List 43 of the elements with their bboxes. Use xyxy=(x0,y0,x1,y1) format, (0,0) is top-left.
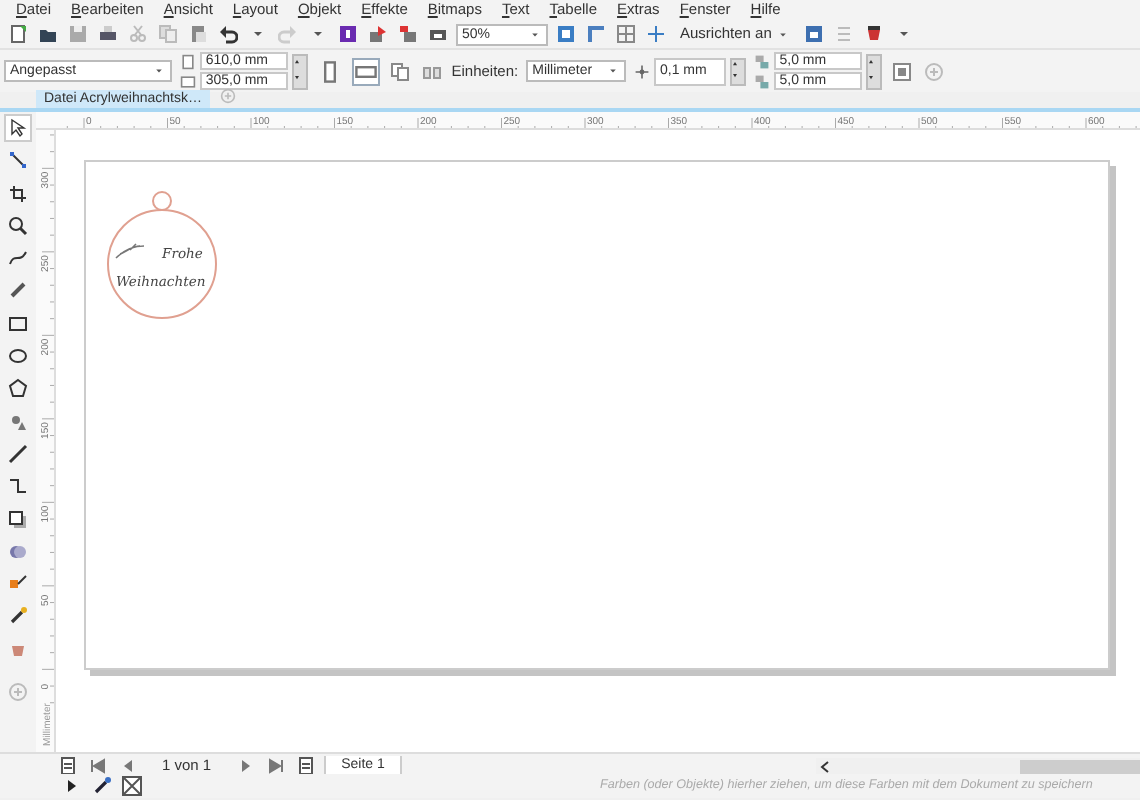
open-folder-icon[interactable] xyxy=(38,24,58,44)
down-icon[interactable] xyxy=(732,73,743,81)
up-icon[interactable] xyxy=(294,59,305,67)
caret-icon[interactable] xyxy=(606,64,621,78)
line-icon[interactable] xyxy=(4,439,32,468)
first-page-icon[interactable] xyxy=(88,756,108,776)
shadow-icon[interactable] xyxy=(4,505,32,534)
caret-icon[interactable] xyxy=(152,64,166,78)
new-document-icon[interactable] xyxy=(8,24,28,44)
all-pages-icon[interactable] xyxy=(389,61,410,81)
polygon-icon[interactable] xyxy=(4,374,32,403)
duplicate-icon[interactable] xyxy=(753,73,770,89)
duplicate-icon[interactable] xyxy=(753,53,770,69)
add-page-icon[interactable] xyxy=(295,756,316,776)
print-icon[interactable] xyxy=(98,24,118,44)
spinner-button[interactable] xyxy=(729,57,746,85)
add-page-icon[interactable] xyxy=(58,756,78,776)
paste-icon[interactable] xyxy=(188,24,208,44)
landscape-button[interactable] xyxy=(351,57,380,85)
height-icon[interactable] xyxy=(180,73,196,89)
full-screen-icon[interactable] xyxy=(556,24,576,44)
horizontal-scrollbar[interactable] xyxy=(816,757,1140,775)
paint-bucket-icon[interactable] xyxy=(863,24,884,44)
nudge-icon[interactable] xyxy=(634,63,651,79)
pointer-icon[interactable] xyxy=(4,114,32,142)
rulers-icon[interactable] xyxy=(586,24,606,44)
no-color-swatch-icon[interactable] xyxy=(122,776,142,796)
width-icon[interactable] xyxy=(180,53,196,69)
grid-icon[interactable] xyxy=(616,24,636,44)
magnifier-icon[interactable] xyxy=(4,211,32,240)
flourish-drawing xyxy=(115,243,145,259)
app-launcher-icon[interactable] xyxy=(338,24,358,44)
import-icon[interactable] xyxy=(368,24,388,44)
last-page-icon[interactable] xyxy=(265,756,286,776)
guidelines-icon[interactable] xyxy=(646,24,666,44)
undo-icon[interactable] xyxy=(218,24,238,44)
up-icon[interactable] xyxy=(732,61,743,69)
export-icon[interactable] xyxy=(398,24,418,44)
current-page-icon[interactable] xyxy=(421,61,442,81)
ornament-outline xyxy=(107,191,217,319)
up-icon[interactable] xyxy=(868,59,879,67)
eyedropper-icon[interactable] xyxy=(92,776,112,796)
page-frame-icon[interactable] xyxy=(891,61,912,81)
